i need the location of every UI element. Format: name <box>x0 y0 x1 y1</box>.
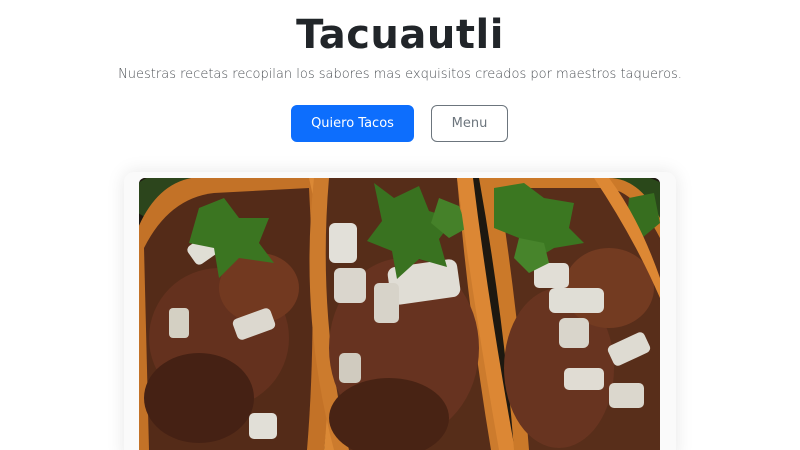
menu-button[interactable]: Menu <box>431 105 508 142</box>
menu-button-label: Menu <box>451 116 488 131</box>
hero-lead-text: Nuestras recetas recopilan los sabores m… <box>118 67 682 82</box>
quiero-tacos-button[interactable]: Quiero Tacos <box>291 105 414 142</box>
tacos-photo <box>139 178 660 450</box>
page-title: Tacuautli <box>296 12 504 58</box>
quiero-tacos-button-label: Quiero Tacos <box>311 116 394 131</box>
hero-section: Tacuautli Nuestras recetas recopilan los… <box>0 0 800 450</box>
